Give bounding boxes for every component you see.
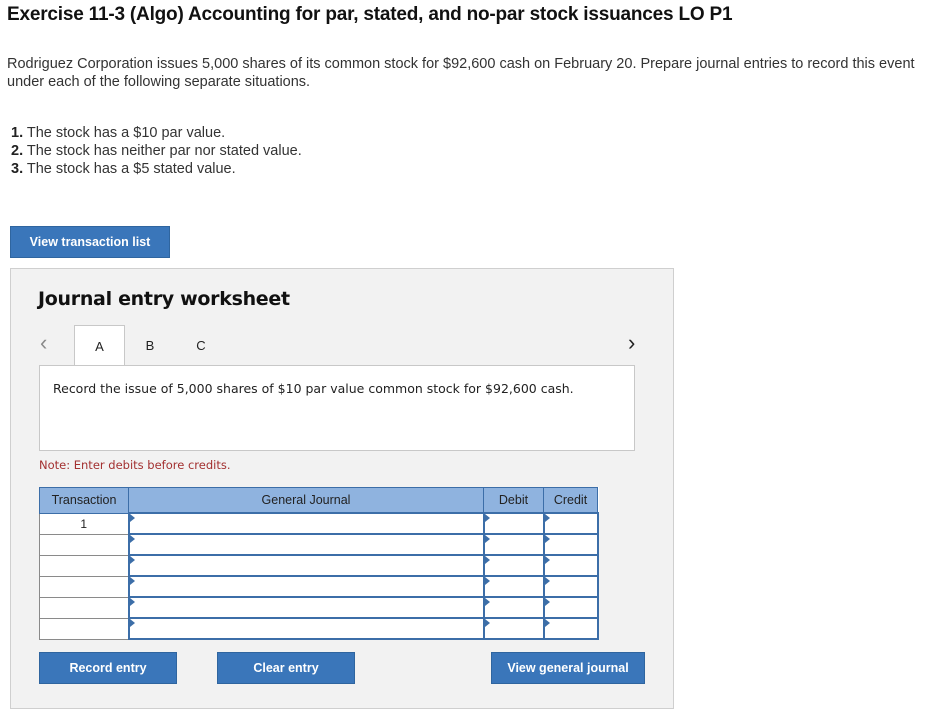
table-row: [39, 575, 599, 598]
transaction-cell: [39, 554, 129, 577]
exercise-intro: Rodriguez Corporation issues 5,000 share…: [7, 56, 915, 90]
situation-2: 2. The stock has neither par nor stated …: [11, 143, 302, 159]
credit-input[interactable]: [542, 617, 599, 640]
view-transaction-list-button[interactable]: View transaction list: [10, 226, 170, 258]
next-arrow-icon[interactable]: ›: [628, 330, 635, 356]
header-credit: Credit: [543, 487, 598, 514]
transaction-cell: 1: [39, 512, 129, 535]
debit-input[interactable]: [482, 554, 545, 577]
table-row: [39, 554, 599, 577]
journal-entry-table: Transaction General Journal Debit Credit…: [39, 487, 599, 640]
debit-credit-note: Note: Enter debits before credits.: [39, 458, 231, 472]
record-entry-button[interactable]: Record entry: [39, 652, 177, 684]
transaction-cell: [39, 617, 129, 640]
situation-1: 1. The stock has a $10 par value.: [11, 125, 225, 141]
credit-input[interactable]: [542, 596, 599, 619]
tab-b[interactable]: B: [125, 325, 175, 365]
credit-input[interactable]: [542, 512, 599, 535]
account-input[interactable]: [127, 617, 485, 640]
situation-1-number: 1.: [11, 125, 24, 141]
credit-input[interactable]: [542, 575, 599, 598]
worksheet-title: Journal entry worksheet: [38, 288, 290, 310]
debit-input[interactable]: [482, 617, 545, 640]
situation-3: 3. The stock has a $5 stated value.: [11, 161, 236, 177]
debit-input[interactable]: [482, 575, 545, 598]
transaction-cell: [39, 533, 129, 556]
account-input[interactable]: [127, 596, 485, 619]
clear-entry-button[interactable]: Clear entry: [217, 652, 355, 684]
account-input[interactable]: [127, 533, 485, 556]
credit-input[interactable]: [542, 533, 599, 556]
previous-arrow-icon[interactable]: ‹: [40, 330, 47, 356]
situation-1-text: The stock has a $10 par value.: [26, 125, 226, 141]
situation-3-number: 3.: [11, 161, 24, 177]
table-header-row: Transaction General Journal Debit Credit: [39, 487, 598, 514]
account-input[interactable]: [127, 554, 485, 577]
debit-input[interactable]: [482, 596, 545, 619]
table-row: [39, 596, 599, 619]
instruction-text: Record the issue of 5,000 shares of $10 …: [53, 381, 574, 396]
header-general-journal: General Journal: [128, 487, 484, 514]
header-transaction: Transaction: [39, 487, 129, 514]
transaction-cell: [39, 575, 129, 598]
tab-c[interactable]: C: [175, 325, 227, 365]
credit-input[interactable]: [542, 554, 599, 577]
situation-3-text: The stock has a $5 stated value.: [26, 161, 236, 177]
view-general-journal-button[interactable]: View general journal: [491, 652, 645, 684]
transaction-cell: [39, 596, 129, 619]
table-row: 1: [39, 512, 599, 535]
debit-input[interactable]: [482, 533, 545, 556]
table-row: [39, 533, 599, 556]
header-debit: Debit: [483, 487, 544, 514]
account-input[interactable]: [127, 512, 485, 535]
situation-2-text: The stock has neither par nor stated val…: [26, 143, 302, 159]
exercise-title: Exercise 11-3 (Algo) Accounting for par,…: [7, 4, 733, 25]
tab-a[interactable]: A: [74, 325, 125, 366]
situation-2-number: 2.: [11, 143, 24, 159]
table-row: [39, 617, 599, 640]
debit-input[interactable]: [482, 512, 545, 535]
instruction-box: Record the issue of 5,000 shares of $10 …: [39, 365, 635, 451]
account-input[interactable]: [127, 575, 485, 598]
